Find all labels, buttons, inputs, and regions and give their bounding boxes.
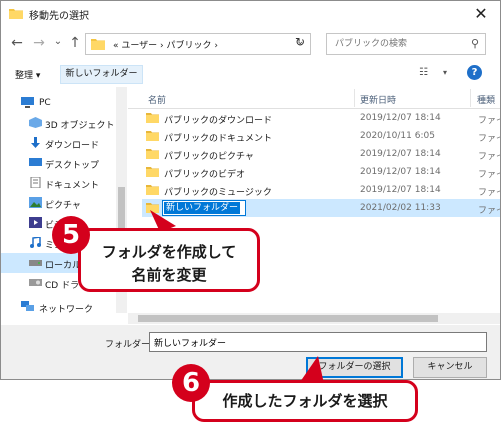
- file-name: パブリックのミュージック: [164, 188, 272, 198]
- folder-picker-dialog: 移動先の選択 ✕ ← → ⌄ ↑ « ユーザー › パブリック › ⌄ ↻ ⚲ …: [0, 0, 501, 380]
- column-header: 名前 更新日時 種類: [128, 87, 500, 109]
- sidebar-item-label: PC: [39, 98, 51, 108]
- file-name: パブリックのビデオ: [164, 170, 246, 180]
- cd-drive-icon: [29, 279, 42, 286]
- file-date: 2021/02/02 11:33: [360, 203, 441, 213]
- breadcrumb[interactable]: « ユーザー › パブリック ›: [113, 38, 218, 51]
- list-item[interactable]: パブリックのビデオ 2019/12/07 18:14 ファイ: [142, 163, 500, 181]
- file-name: パブリックのピクチャ: [164, 152, 254, 162]
- folder-icon: [146, 131, 159, 141]
- sidebar-item-pictures[interactable]: ピクチャ: [1, 193, 128, 213]
- step5-line2: 名前を変更: [131, 266, 207, 284]
- folder-label: フォルダー:: [105, 340, 154, 350]
- list-item[interactable]: パブリックのミュージック 2019/12/07 18:14 ファイ: [142, 181, 500, 199]
- file-type: ファイ: [478, 134, 500, 144]
- file-type: ファイ: [478, 170, 500, 180]
- rename-field[interactable]: 新しいフォルダー: [162, 200, 246, 216]
- sidebar-item-label: ドキュメント: [45, 181, 100, 191]
- sidebar-item-label: ピクチャ: [45, 201, 81, 211]
- step6-callout: 作成したフォルダを選択: [192, 380, 418, 422]
- up-arrow-icon[interactable]: ↑: [67, 35, 83, 51]
- help-icon[interactable]: ?: [467, 65, 482, 80]
- sidebar-item-pc[interactable]: PC: [1, 93, 128, 113]
- list-item[interactable]: パブリックのピクチャ 2019/12/07 18:14 ファイ: [142, 145, 500, 163]
- title-bar: 移動先の選択 ✕: [1, 1, 500, 27]
- scrollbar-thumb[interactable]: [138, 315, 438, 322]
- folder-icon: [91, 39, 105, 50]
- folder-icon: [146, 185, 159, 195]
- horizontal-scrollbar[interactable]: [128, 313, 500, 324]
- column-date[interactable]: 更新日時: [360, 93, 396, 106]
- file-type: ファイ: [478, 152, 500, 162]
- cancel-button[interactable]: キャンセル: [413, 357, 487, 378]
- sidebar-item-downloads[interactable]: ダウンロード: [1, 133, 128, 153]
- search-box[interactable]: ⚲: [326, 33, 486, 55]
- file-date: 2020/10/11 6:05: [360, 131, 435, 141]
- sidebar-item-label: デスクトップ: [45, 161, 100, 171]
- new-folder-button[interactable]: 新しいフォルダー: [60, 65, 143, 84]
- sidebar-item-3d-objects[interactable]: 3D オブジェクト: [1, 113, 128, 133]
- file-name: パブリックのドキュメント: [164, 134, 273, 144]
- close-icon[interactable]: ✕: [470, 4, 492, 23]
- sidebar-item-network[interactable]: ネットワーク: [1, 297, 128, 317]
- column-type[interactable]: 種類: [477, 93, 495, 106]
- document-icon: [30, 177, 41, 188]
- pictures-icon: [29, 197, 42, 208]
- view-dropdown-icon[interactable]: ▾: [443, 68, 447, 77]
- navigation-bar: ← → ⌄ ↑ « ユーザー › パブリック › ⌄ ↻ ⚲: [1, 29, 500, 59]
- search-icon[interactable]: ⚲: [471, 37, 479, 50]
- step5-callout: フォルダを作成して 名前を変更: [78, 228, 260, 292]
- folder-icon: [146, 113, 159, 123]
- network-icon: [21, 301, 34, 311]
- list-item-new-folder[interactable]: 新しいフォルダー 2021/02/02 11:33 ファイ: [142, 199, 500, 217]
- 3d-objects-icon: [29, 117, 42, 128]
- file-name: パブリックのダウンロード: [164, 116, 273, 126]
- search-input[interactable]: [327, 34, 485, 54]
- list-item[interactable]: パブリックのドキュメント 2020/10/11 6:05 ファイ: [142, 127, 500, 145]
- window-title: 移動先の選択: [29, 11, 89, 22]
- download-icon: [31, 137, 40, 148]
- sidebar-item-label: ダウンロード: [45, 141, 100, 151]
- view-options-icon[interactable]: ☷: [419, 67, 428, 78]
- history-dropdown-icon[interactable]: ⌄: [50, 36, 66, 47]
- folder-icon: [146, 167, 159, 177]
- list-item[interactable]: パブリックのダウンロード 2019/12/07 18:14 ファイ: [142, 109, 500, 127]
- forward-arrow-icon[interactable]: →: [31, 35, 47, 51]
- select-folder-button[interactable]: フォルダーの選択: [306, 357, 403, 378]
- folder-icon: [146, 149, 159, 159]
- column-name[interactable]: 名前: [148, 93, 166, 106]
- file-date: 2019/12/07 18:14: [360, 185, 441, 195]
- file-type: ファイ: [478, 206, 500, 216]
- dialog-footer: フォルダー: フォルダーの選択 キャンセル: [1, 325, 500, 379]
- step5-badge: 5: [52, 216, 90, 254]
- file-type: ファイ: [478, 188, 500, 198]
- file-name[interactable]: 新しいフォルダー: [164, 202, 241, 214]
- organize-button[interactable]: 整理 ▾: [15, 68, 40, 81]
- sidebar-item-desktop[interactable]: デスクトップ: [1, 153, 128, 173]
- sidebar-item-label: ネットワーク: [39, 305, 94, 315]
- column-divider[interactable]: [354, 89, 355, 107]
- folder-icon: [9, 9, 23, 19]
- folder-name-field[interactable]: [149, 332, 487, 352]
- file-type: ファイ: [478, 116, 500, 126]
- column-divider[interactable]: [470, 89, 471, 107]
- address-bar[interactable]: « ユーザー › パブリック › ⌄: [85, 33, 311, 55]
- refresh-icon[interactable]: ↻: [295, 35, 305, 49]
- drive-icon: [29, 260, 42, 266]
- desktop-icon: [29, 158, 42, 166]
- file-date: 2019/12/07 18:14: [360, 149, 441, 159]
- folder-icon: [146, 203, 159, 213]
- step5-line1: フォルダを作成して: [101, 243, 237, 261]
- step6-badge: 6: [172, 364, 210, 402]
- music-icon: [30, 237, 41, 248]
- sidebar-item-documents[interactable]: ドキュメント: [1, 173, 128, 193]
- pc-icon: [21, 97, 34, 108]
- videos-icon: [29, 217, 42, 228]
- file-date: 2019/12/07 18:14: [360, 167, 441, 177]
- file-date: 2019/12/07 18:14: [360, 113, 441, 123]
- sidebar-item-label: 3D オブジェクト: [45, 121, 115, 131]
- back-arrow-icon[interactable]: ←: [9, 35, 25, 51]
- command-bar: 整理 ▾ 新しいフォルダー ☷ ▾ ?: [1, 62, 500, 86]
